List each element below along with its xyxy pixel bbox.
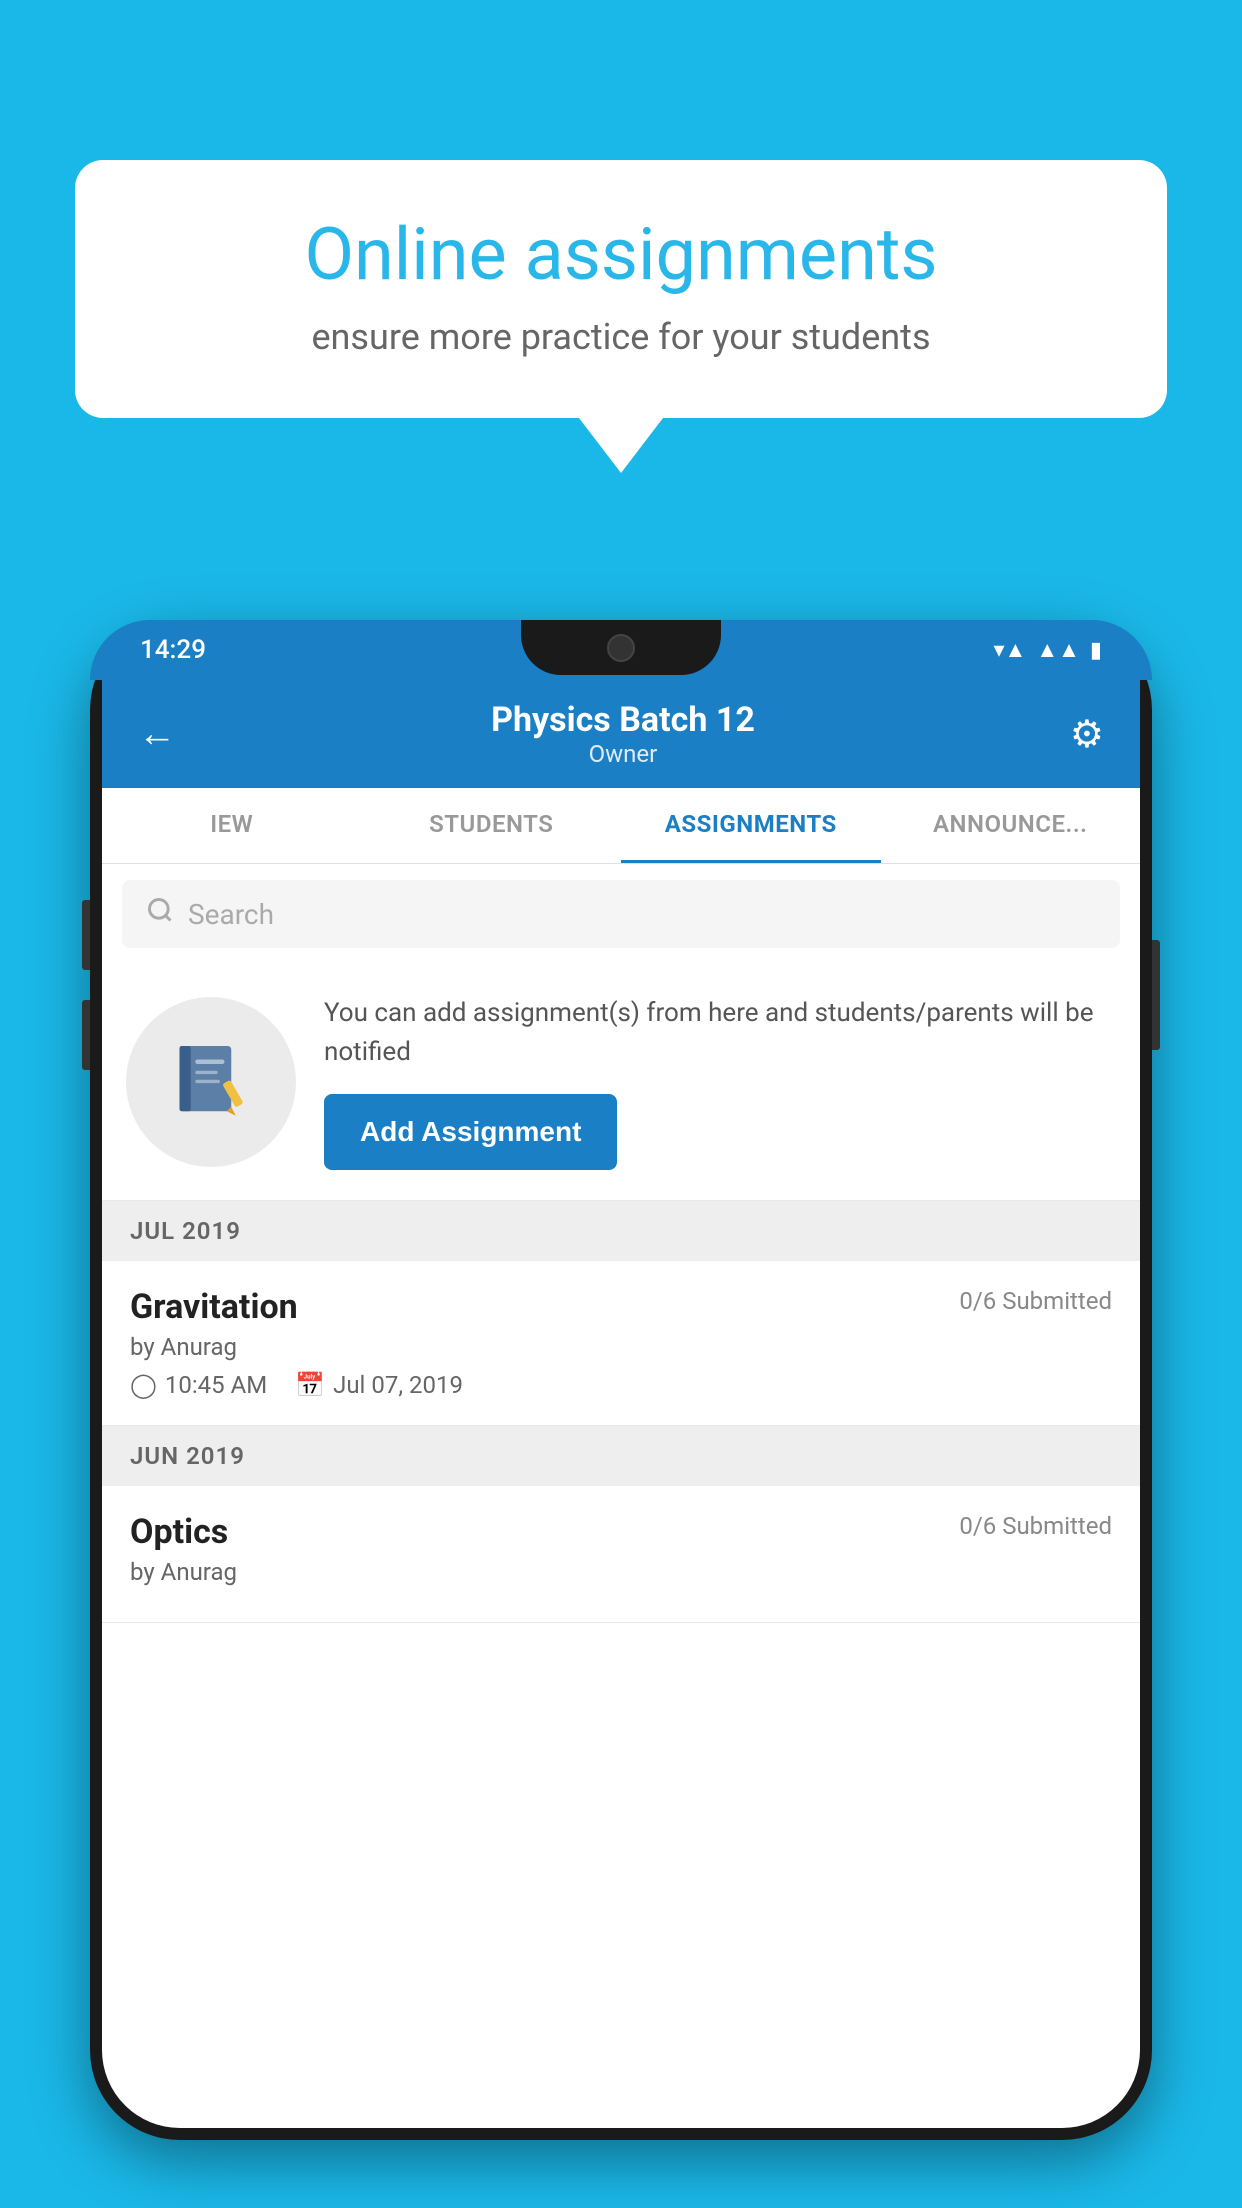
assignment-author-optics: by Anurag [130,1558,1112,1586]
tab-assignments[interactable]: ASSIGNMENTS [621,788,881,863]
signal-icon: ▲▲ [1036,637,1080,663]
month-header-jun: JUN 2019 [102,1426,1140,1486]
header-title-block: Physics Batch 12 Owner [491,700,755,768]
settings-icon[interactable]: ⚙ [1070,712,1104,757]
app-header: ← Physics Batch 12 Owner ⚙ [102,680,1140,788]
tabs-bar: IEW STUDENTS ASSIGNMENTS ANNOUNCE... [102,788,1140,864]
tab-iew[interactable]: IEW [102,788,362,863]
status-time: 14:29 [140,635,206,665]
assignment-item-optics[interactable]: Optics 0/6 Submitted by Anurag [102,1486,1140,1623]
tab-announcements[interactable]: ANNOUNCE... [881,788,1141,863]
tab-students[interactable]: STUDENTS [362,788,622,863]
speech-bubble-title: Online assignments [135,215,1107,294]
phone-notch [521,620,721,675]
assignment-date: 📅 Jul 07, 2019 [295,1371,463,1399]
screen: ← Physics Batch 12 Owner ⚙ IEW STUDENTS … [102,680,1140,2128]
assignment-submitted: 0/6 Submitted [959,1287,1112,1315]
wifi-icon: ▾▲ [994,637,1027,663]
search-placeholder: Search [188,898,274,931]
assignment-top-row: Gravitation 0/6 Submitted [130,1287,1112,1327]
header-subtitle: Owner [491,740,755,768]
add-assignment-text: You can add assignment(s) from here and … [324,994,1116,1072]
speech-bubble-arrow [579,418,663,473]
assignment-name: Gravitation [130,1287,298,1327]
phone-frame: 14:29 ▾▲ ▲▲ ▮ ← Physics Batch 12 Owner ⚙… [90,620,1152,2140]
assignment-author: by Anurag [130,1333,1112,1361]
search-icon [146,896,174,932]
speech-bubble-container: Online assignments ensure more practice … [75,160,1167,473]
add-assignment-button[interactable]: Add Assignment [324,1094,617,1170]
assignment-submitted-optics: 0/6 Submitted [959,1512,1112,1540]
speech-bubble-subtitle: ensure more practice for your students [135,316,1107,358]
assignment-name-optics: Optics [130,1512,228,1552]
phone-container: 14:29 ▾▲ ▲▲ ▮ ← Physics Batch 12 Owner ⚙… [90,620,1152,2208]
power-button [1152,940,1160,1050]
status-icons: ▾▲ ▲▲ ▮ [994,637,1103,663]
speech-bubble: Online assignments ensure more practice … [75,160,1167,418]
assignment-item-gravitation[interactable]: Gravitation 0/6 Submitted by Anurag ◯ 10… [102,1261,1140,1426]
calendar-icon: 📅 [295,1371,325,1399]
volume-up-button [82,900,90,970]
volume-down-button [82,1000,90,1070]
front-camera [607,634,635,662]
header-title: Physics Batch 12 [491,700,755,740]
notebook-icon [166,1037,256,1127]
search-bar: Search [102,864,1140,964]
battery-icon: ▮ [1090,638,1102,663]
assignment-top-row-optics: Optics 0/6 Submitted [130,1512,1112,1552]
add-assignment-section: You can add assignment(s) from here and … [102,964,1140,1201]
notebook-icon-circle [126,997,296,1167]
back-button[interactable]: ← [138,712,176,756]
month-header-jul: JUL 2019 [102,1201,1140,1261]
clock-icon: ◯ [130,1371,157,1399]
add-assignment-right: You can add assignment(s) from here and … [324,994,1116,1170]
assignment-time: ◯ 10:45 AM [130,1371,267,1399]
assignment-meta: ◯ 10:45 AM 📅 Jul 07, 2019 [130,1371,1112,1399]
search-input-wrap[interactable]: Search [122,880,1120,948]
